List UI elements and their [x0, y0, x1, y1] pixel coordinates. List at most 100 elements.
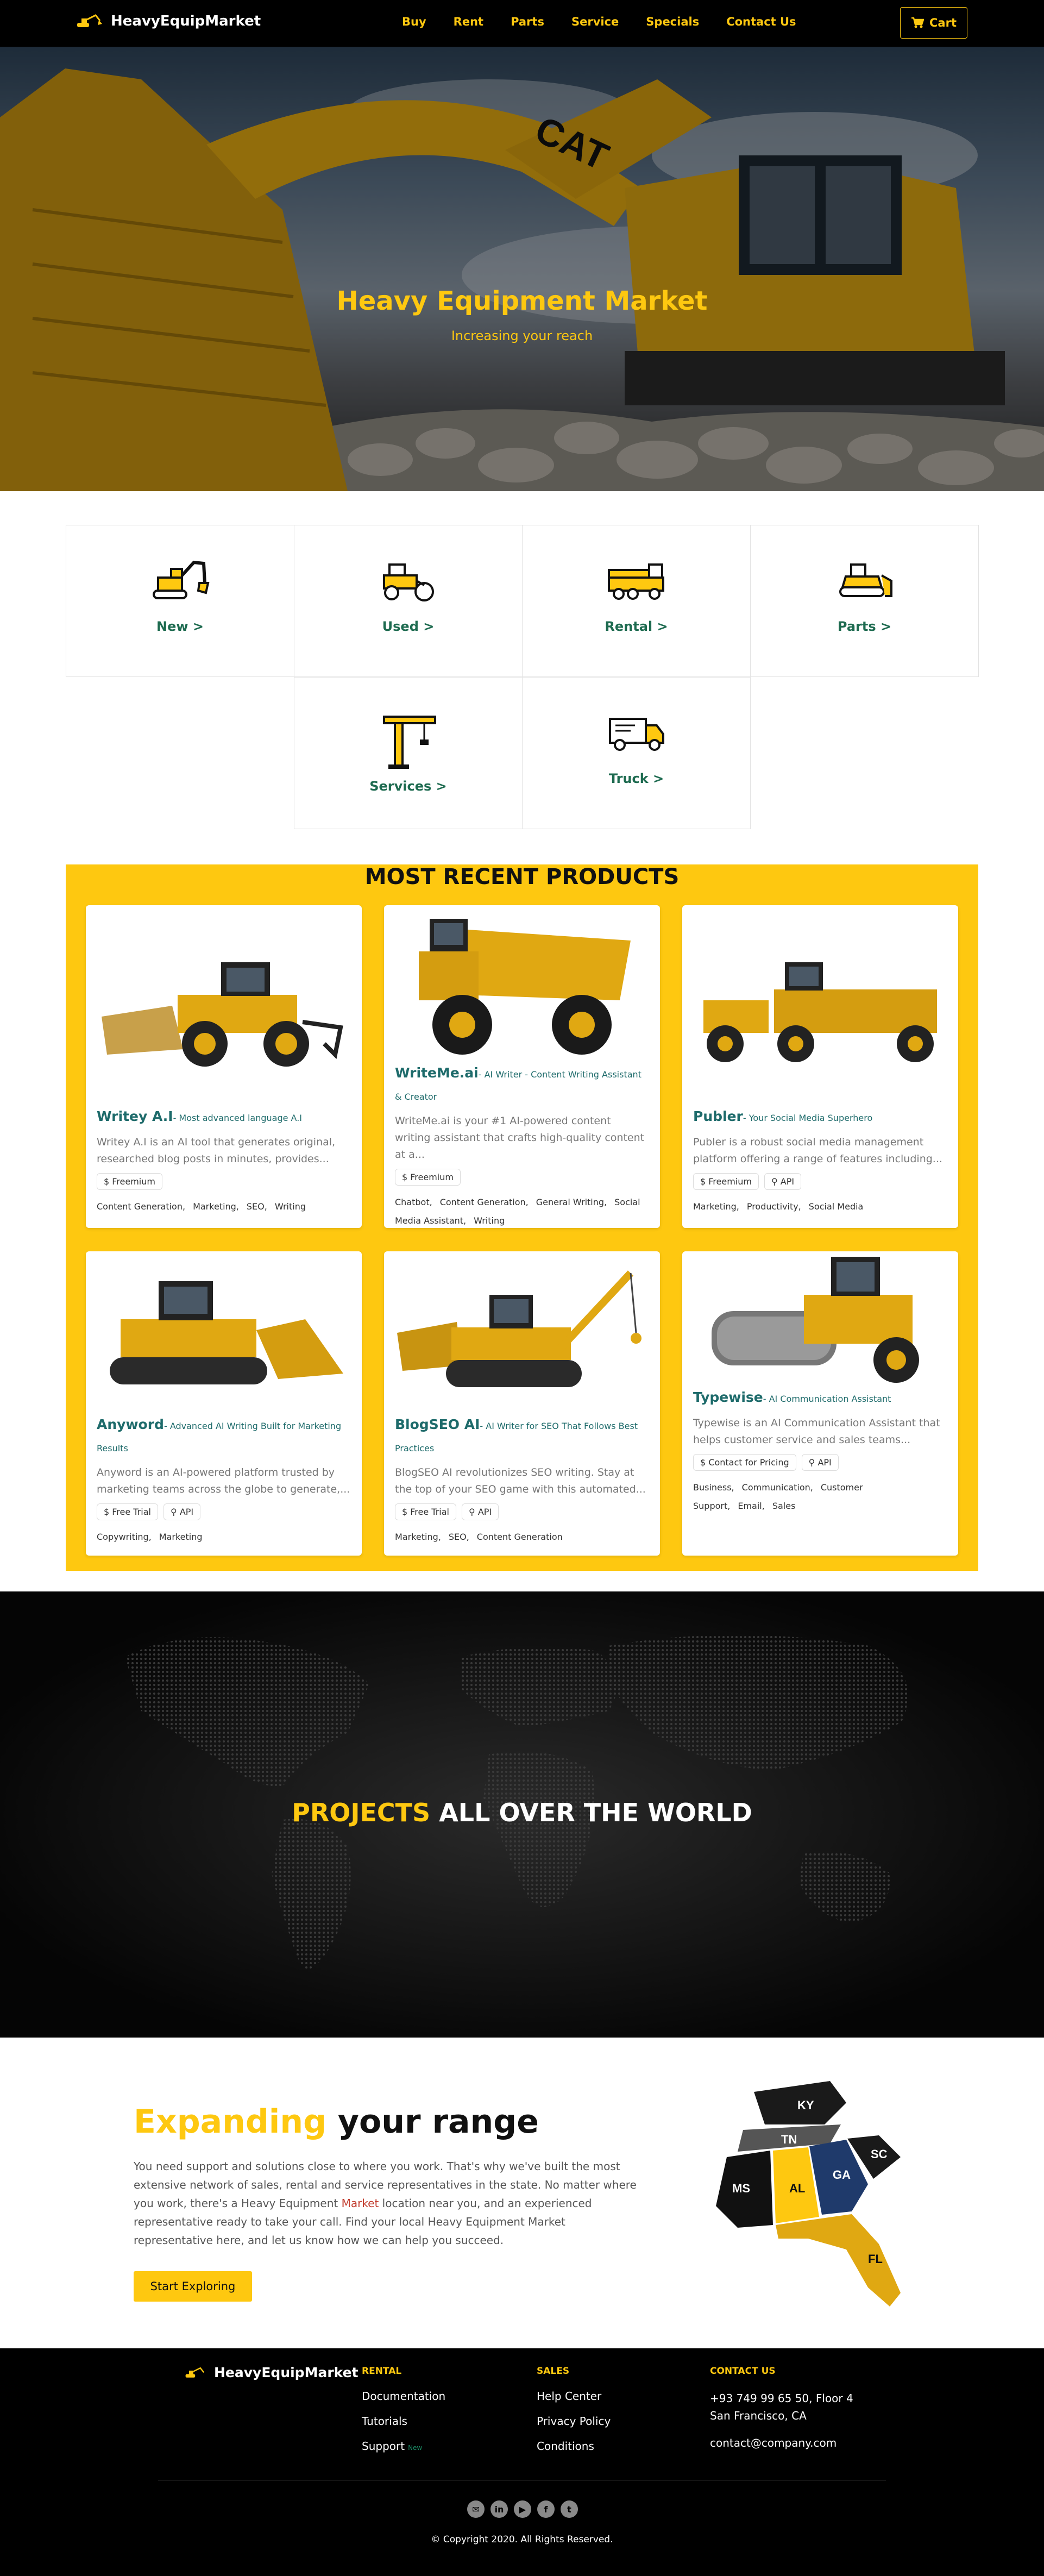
mail-icon[interactable]: ✉ [467, 2500, 485, 2518]
category-truck[interactable]: Truck > [522, 677, 751, 829]
svg-text:KY: KY [797, 2098, 814, 2112]
pricing-badge: $ Free Trial [97, 1503, 158, 1520]
category-services[interactable]: Services > [294, 677, 523, 829]
recent-products-section: MOST RECENT PRODUCTS Writey A.I- Most ad… [66, 864, 978, 1571]
hero-title: Heavy Equipment Market [336, 286, 708, 316]
delivery-truck-icon [608, 718, 664, 751]
product-name[interactable]: BlogSEO AI [395, 1417, 480, 1432]
youtube-icon[interactable]: ▶ [514, 2500, 531, 2518]
category-used[interactable]: Used > [294, 525, 523, 677]
product-card[interactable]: Writey A.I- Most advanced language A.I W… [86, 905, 362, 1228]
footer-col-sales: SALES Help Center Privacy Policy Conditi… [537, 2366, 611, 2453]
footer-link-tutorials[interactable]: Tutorials [362, 2415, 445, 2428]
nav-specials[interactable]: Specials [646, 15, 699, 28]
dump-truck-image [419, 919, 631, 1055]
footer-link-privacy-policy[interactable]: Privacy Policy [537, 2415, 611, 2428]
nav-parts[interactable]: Parts [511, 15, 544, 28]
social-links: ✉ in ▶ f t [467, 2500, 578, 2518]
product-card[interactable]: Typewise- AI Communication Assistant Typ… [682, 1251, 958, 1556]
svg-text:GA: GA [833, 2168, 851, 2182]
product-tagline: - Your Social Media Superhero [743, 1113, 873, 1123]
category-parts[interactable]: Parts > [750, 525, 979, 677]
world-heading: PROJECTS ALL OVER THE WORLD [292, 1798, 752, 1827]
product-tags: Chatbot, Content Generation, General Writi… [395, 1197, 640, 1226]
brand-logo[interactable]: HeavyEquipMarket [76, 13, 261, 29]
copyright-text: © Copyright 2020. All Rights Reserved. [431, 2534, 613, 2545]
hero-banner: CAT Heavy Equipment Market Increasing yo… [0, 47, 1044, 491]
product-name[interactable]: Typewise [693, 1389, 763, 1405]
product-description: BlogSEO AI revolutionizes SEO writing. S… [395, 1466, 646, 1495]
api-badge: ⚲ API [462, 1503, 499, 1520]
footer-link-help-center[interactable]: Help Center [537, 2390, 611, 2403]
footer-brand-name: HeavyEquipMarket [214, 2365, 359, 2380]
product-name[interactable]: Writey A.I [97, 1108, 173, 1124]
product-card[interactable]: Publer- Your Social Media Superhero Publ… [682, 905, 958, 1228]
pricing-badge: $ Freemium [97, 1173, 162, 1190]
market-link[interactable]: Market [342, 2197, 379, 2210]
product-description: WriteMe.ai is your #1 AI-powered content… [395, 1115, 645, 1161]
nav-contact-us[interactable]: Contact Us [726, 15, 796, 28]
footer-link-documentation[interactable]: Documentation [362, 2390, 445, 2403]
nav-service[interactable]: Service [571, 15, 619, 28]
category-rental[interactable]: Rental > [522, 525, 751, 677]
footer-col-contact: CONTACT US +93 749 99 65 50, Floor 4 San… [710, 2366, 857, 2461]
product-tags: Marketing, SEO, Content Generation [395, 1532, 563, 1542]
expanding-paragraph: You need support and solutions close to … [134, 2160, 637, 2247]
cart-button[interactable]: Cart [900, 7, 967, 39]
footer-email-link[interactable]: contact@company.com [710, 2436, 857, 2449]
svg-text:MS: MS [732, 2182, 750, 2195]
nav-rent[interactable]: Rent [454, 15, 483, 28]
new-badge: New [408, 2444, 423, 2452]
start-exploring-button[interactable]: Start Exploring [134, 2271, 252, 2302]
footer-address: +93 749 99 65 50, Floor 4 San Francisco,… [710, 2392, 853, 2422]
product-name[interactable]: Publer [693, 1108, 743, 1124]
pricing-badge: $ Freemium [395, 1169, 461, 1186]
wheel-dozer-image [102, 962, 343, 1067]
nav-buy[interactable]: Buy [402, 15, 426, 28]
category-grid: New > Used > Rental > Parts > Services >… [0, 491, 1044, 845]
hero-subtitle: Increasing your reach [451, 328, 593, 343]
product-card[interactable]: WriteMe.ai- AI Writer - Content Writing … [384, 905, 660, 1228]
projects-world-banner: PROJECTS ALL OVER THE WORLD [0, 1591, 1044, 2038]
api-badge: ⚲ API [163, 1503, 201, 1520]
southeast-states-map: KY TN MS AL GA SC FL [716, 2081, 901, 2307]
excavator-logo-icon [185, 2367, 205, 2378]
footer-link-support[interactable]: Support New [362, 2440, 445, 2454]
twitter-icon[interactable]: t [561, 2500, 578, 2518]
product-tags: Business, Communication, Customer Support,… [693, 1482, 863, 1511]
product-description: Typewise is an AI Communication Assistan… [693, 1417, 940, 1446]
bulldozer-icon [839, 563, 892, 597]
pipelayer-image [397, 1270, 642, 1387]
expanding-heading: Expanding your range [134, 2103, 539, 2141]
facebook-icon[interactable]: f [537, 2500, 555, 2518]
site-footer: HeavyEquipMarket RENTAL Documentation Tu… [0, 2348, 1044, 2576]
pricing-badge: $ Freemium [693, 1173, 759, 1190]
api-badge: ⚲ API [801, 1454, 839, 1471]
category-label: Truck > [608, 771, 664, 786]
road-roller-icon [382, 563, 434, 601]
category-label: Services > [369, 779, 447, 794]
product-card[interactable]: Anyword- Advanced AI Writing Built for M… [86, 1251, 362, 1556]
excavator-logo-icon [77, 14, 102, 27]
product-name[interactable]: WriteMe.ai [395, 1065, 479, 1081]
svg-text:FL: FL [868, 2252, 883, 2266]
cart-label: Cart [929, 16, 957, 29]
excavator-icon [152, 560, 209, 599]
footer-col-rental: RENTAL Documentation Tutorials Support Ne… [362, 2366, 445, 2466]
pricing-badge: $ Free Trial [395, 1503, 456, 1520]
expanding-range-section: Expanding your range You need support an… [0, 2038, 1044, 2348]
product-description: Writey A.I is an AI tool that generates … [97, 1136, 336, 1165]
tower-crane-icon [382, 716, 436, 769]
footer-brand[interactable]: HeavyEquipMarket [185, 2365, 359, 2380]
product-tagline: - Most advanced language A.I [173, 1113, 303, 1123]
product-tags: Copywriting, Marketing [97, 1532, 203, 1542]
svg-text:SC: SC [871, 2147, 888, 2161]
category-label: New > [156, 619, 204, 634]
category-new[interactable]: New > [66, 525, 294, 677]
footer-link-conditions[interactable]: Conditions [537, 2440, 611, 2453]
product-name[interactable]: Anyword [97, 1417, 164, 1432]
product-card[interactable]: BlogSEO AI- AI Writer for SEO That Follo… [384, 1251, 660, 1556]
linkedin-icon[interactable]: in [490, 2500, 508, 2518]
track-loader-image [110, 1281, 343, 1384]
soil-compactor-image [712, 1257, 919, 1383]
